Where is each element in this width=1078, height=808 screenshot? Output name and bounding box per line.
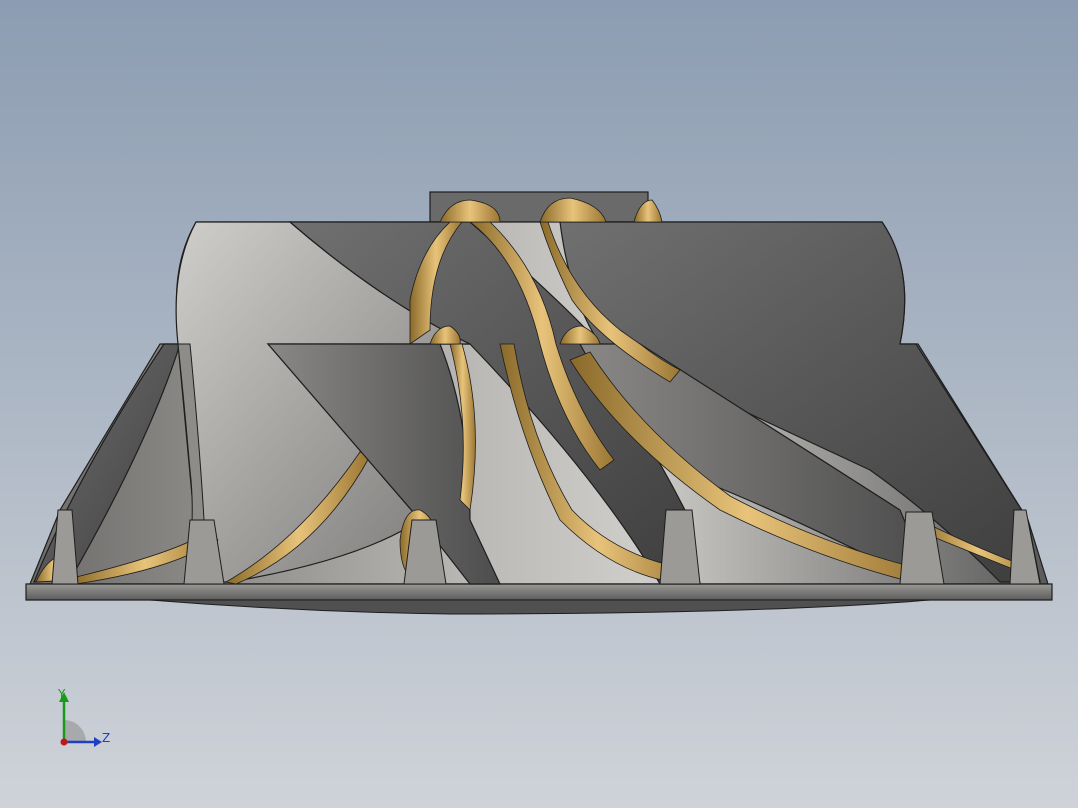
base-disc: [25, 583, 1053, 601]
axis-triad: Y Z: [48, 684, 128, 756]
y-axis-label: Y: [58, 687, 66, 701]
graphics-viewport[interactable]: Y Z: [0, 0, 1078, 808]
impeller-model[interactable]: [0, 0, 1078, 808]
base-underside: [149, 599, 931, 615]
z-axis-label: Z: [102, 731, 111, 745]
